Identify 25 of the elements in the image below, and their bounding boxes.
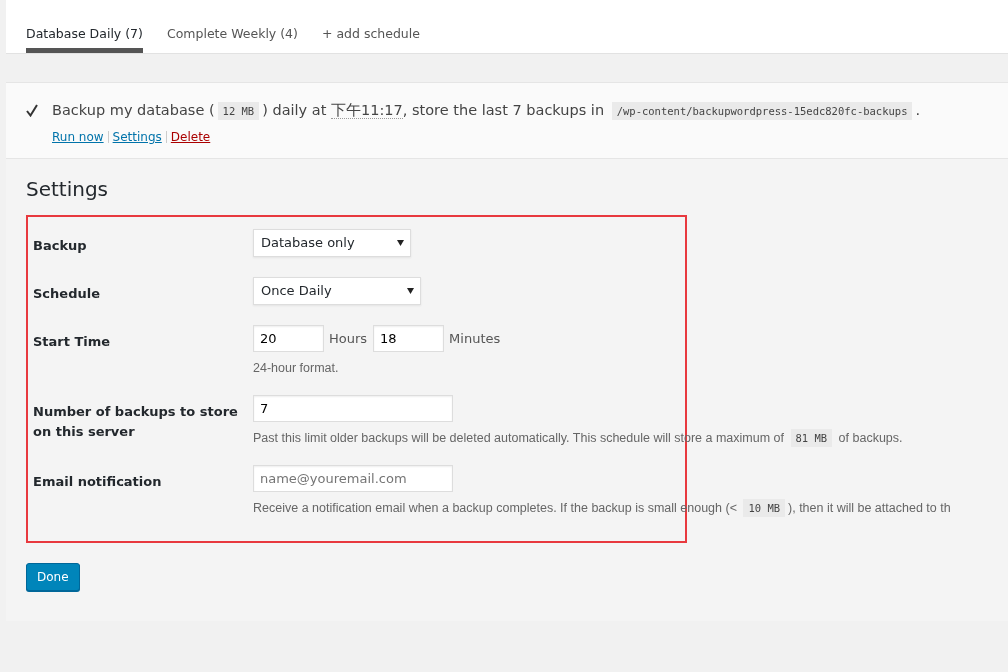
dropdown[interactable]: Database only [253, 229, 411, 257]
help-text: 24-hour format. [253, 361, 340, 375]
action-link[interactable]: Delete [170, 130, 211, 144]
unit-label: Minutes [449, 331, 501, 346]
field-label: Start Time [33, 333, 112, 351]
input-field[interactable]: 7 [253, 395, 453, 422]
field-label: Email notification [33, 473, 163, 491]
tab[interactable]: Complete Weekly (4) [166, 0, 298, 53]
minutes-field[interactable]: 18 [373, 325, 445, 352]
settings-heading: Settings [26, 177, 110, 201]
action-link[interactable]: Run now [52, 130, 104, 144]
dropdown[interactable]: Once Daily [253, 277, 421, 305]
done-button[interactable]: Done [26, 563, 80, 591]
tab[interactable]: Database Daily (7) [26, 0, 143, 53]
unit-label: Hours [329, 331, 368, 346]
field-label: Backup [33, 237, 88, 255]
schedule-summary: Backup my database ( 12 MB ) daily at 下午11:17, store the last 7 backups in /wp-content/backupwordpress-15edc820fc-backups . [52, 101, 921, 120]
tab[interactable]: + add schedule [321, 0, 420, 53]
field-label: Number of backups to store on this server [33, 403, 239, 441]
field-label: Schedule [33, 285, 101, 303]
dropdown-arrow-icon [407, 288, 414, 294]
hours-field[interactable]: 20 [253, 325, 324, 352]
dropdown-arrow-icon [397, 240, 404, 246]
action-link[interactable]: Settings [112, 130, 162, 144]
email-field[interactable]: name@youremail.com [253, 465, 453, 492]
